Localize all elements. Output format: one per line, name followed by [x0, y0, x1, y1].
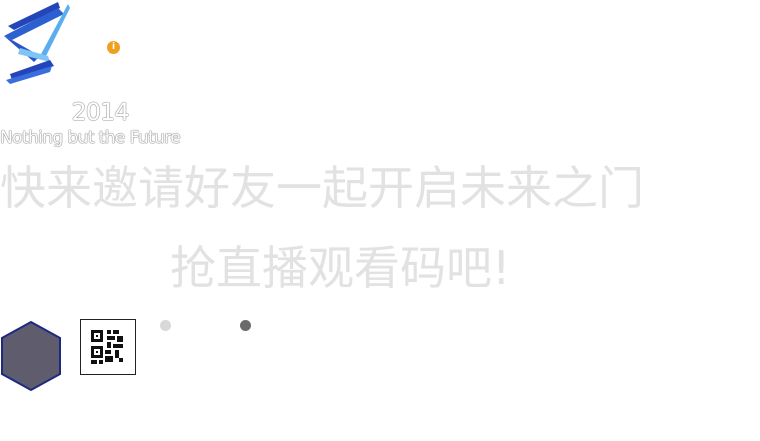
brand-slogan: Nothing but the Future: [0, 128, 181, 148]
pagination-dot-1[interactable]: [160, 320, 171, 331]
qr-code-icon: [91, 330, 123, 364]
brand-year: 2014: [71, 98, 129, 126]
hexagon-button[interactable]: [0, 320, 62, 392]
qr-code-button[interactable]: [80, 319, 136, 375]
promo-subline: 抢直播观看码吧!: [170, 241, 511, 295]
info-icon[interactable]: i: [107, 41, 120, 54]
pagination-dot-2-active[interactable]: [240, 320, 251, 331]
promo-headline: 快来邀请好友一起开启未来之门: [0, 161, 644, 215]
brand-logo-icon: [4, 2, 70, 84]
